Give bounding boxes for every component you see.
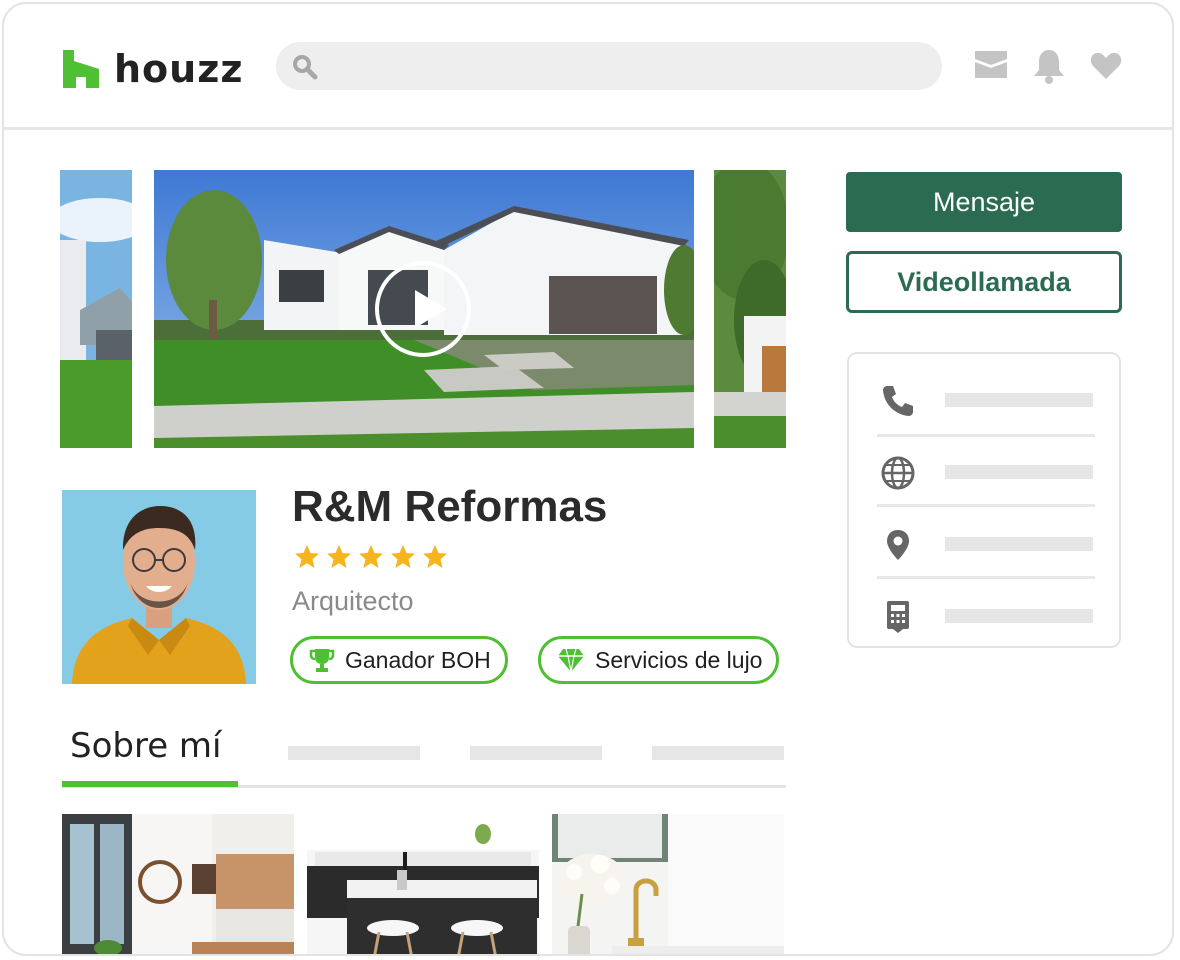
project-photo[interactable] [307, 814, 539, 954]
badge-label: Servicios de lujo [595, 646, 763, 673]
search-icon [293, 55, 318, 80]
badge-label: Ganador BOH [345, 646, 491, 673]
carousel-image-next[interactable] [714, 170, 786, 448]
carousel-video-main[interactable] [154, 170, 694, 448]
houzz-logo-icon [63, 50, 99, 88]
houzz-logo[interactable]: houzz [62, 47, 243, 91]
diamond-icon [558, 648, 584, 673]
star-icon [423, 545, 447, 568]
project-photo[interactable] [62, 814, 294, 954]
star-icon [391, 545, 415, 568]
heart-icon[interactable] [1090, 52, 1122, 80]
contact-row-phone[interactable] [849, 364, 1119, 436]
pro-name: R&M Reformas [292, 482, 608, 531]
mail-icon[interactable] [974, 48, 1008, 80]
avatar [62, 490, 256, 684]
badge-best-of-houzz[interactable]: Ganador BOH [290, 636, 508, 684]
contact-row-website[interactable] [849, 436, 1119, 508]
phone-placeholder [945, 393, 1093, 407]
carousel-image-previous[interactable] [60, 170, 132, 448]
tab-placeholder[interactable] [470, 746, 602, 760]
tab-placeholder[interactable] [288, 746, 420, 760]
star-icon [327, 545, 351, 568]
phone-icon [883, 386, 913, 416]
contact-divider [877, 576, 1095, 579]
website-placeholder [945, 465, 1093, 479]
play-button[interactable] [375, 261, 471, 357]
contact-divider [877, 504, 1095, 507]
star-icon [295, 545, 319, 568]
trophy-icon [309, 649, 335, 672]
globe-icon [881, 456, 915, 490]
tab-sobre-mi[interactable]: Sobre mí [70, 726, 222, 766]
tab-placeholder[interactable] [652, 746, 784, 760]
app-window: houzz R&M Reformas Arquitecto Ganador BO… [2, 2, 1174, 956]
top-bar: houzz [4, 4, 1172, 130]
message-button[interactable]: Mensaje [846, 172, 1122, 232]
address-placeholder [945, 537, 1093, 551]
video-call-button[interactable]: Videollamada [846, 251, 1122, 313]
search-input[interactable] [276, 42, 942, 90]
bell-icon[interactable] [1032, 48, 1066, 84]
rating-stars [294, 544, 448, 570]
star-icon [359, 545, 383, 568]
contact-card [847, 352, 1121, 648]
badge-luxury-services[interactable]: Servicios de lujo [538, 636, 780, 684]
active-tab-indicator [62, 781, 238, 787]
contact-row-budget[interactable] [849, 580, 1119, 652]
location-pin-icon [887, 530, 909, 560]
project-photo[interactable] [552, 814, 784, 954]
contact-row-address[interactable] [849, 508, 1119, 580]
profession-label: Arquitecto [292, 586, 414, 616]
calculator-icon [887, 601, 909, 633]
budget-placeholder [945, 609, 1093, 623]
logo-text: houzz [114, 47, 244, 91]
profile-tabs: Sobre mí [62, 726, 786, 790]
